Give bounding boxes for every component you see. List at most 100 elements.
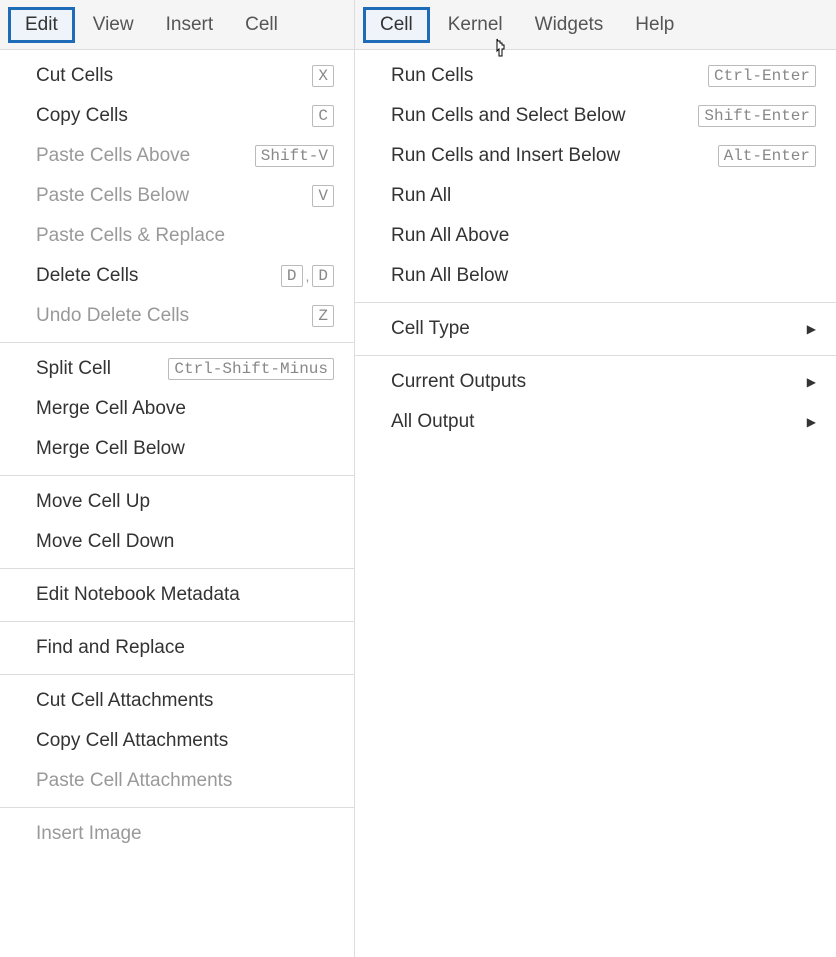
- menu-run-all-below[interactable]: Run All Below: [355, 256, 836, 296]
- menubar-edit[interactable]: Edit: [8, 7, 75, 43]
- menu-label: Copy Cells: [36, 105, 300, 127]
- key: Ctrl-Enter: [708, 65, 816, 87]
- menu-run-all-above[interactable]: Run All Above: [355, 216, 836, 256]
- menu-label: Paste Cells Above: [36, 145, 243, 167]
- edit-menu-panel: Edit View Insert Cell Cut Cells X Copy C…: [0, 0, 355, 957]
- menu-divider: [355, 302, 836, 303]
- menubar-right: Cell Kernel Widgets Help: [355, 0, 836, 50]
- cell-menu-panel: Cell Kernel Widgets Help Run Cells Ctrl-…: [355, 0, 836, 957]
- menu-all-output[interactable]: All Output ▶: [355, 402, 836, 442]
- menu-label: Paste Cell Attachments: [36, 770, 334, 792]
- key: Z: [312, 305, 334, 327]
- menu-run-cells[interactable]: Run Cells Ctrl-Enter: [355, 56, 836, 96]
- menu-label: Paste Cells & Replace: [36, 225, 334, 247]
- menu-run-cells-select-below[interactable]: Run Cells and Select Below Shift-Enter: [355, 96, 836, 136]
- menu-label: Merge Cell Above: [36, 398, 334, 420]
- menu-label: Move Cell Down: [36, 531, 334, 553]
- menu-label: Run All Above: [391, 225, 816, 247]
- menu-merge-cell-above[interactable]: Merge Cell Above: [0, 389, 354, 429]
- menu-run-all[interactable]: Run All: [355, 176, 836, 216]
- key: V: [312, 185, 334, 207]
- menu-divider: [0, 674, 354, 675]
- menu-label: Merge Cell Below: [36, 438, 334, 460]
- menu-split-cell[interactable]: Split Cell Ctrl-Shift-Minus: [0, 349, 354, 389]
- menubar-kernel[interactable]: Kernel: [434, 8, 517, 42]
- menu-label: Find and Replace: [36, 637, 334, 659]
- menu-cut-cells[interactable]: Cut Cells X: [0, 56, 354, 96]
- cell-dropdown: Run Cells Ctrl-Enter Run Cells and Selec…: [355, 50, 836, 448]
- chevron-right-icon: ▶: [807, 375, 816, 389]
- menu-current-outputs[interactable]: Current Outputs ▶: [355, 362, 836, 402]
- menu-label: Paste Cells Below: [36, 185, 300, 207]
- menu-label: All Output: [391, 411, 797, 433]
- shortcut: Ctrl-Enter: [708, 65, 816, 87]
- menu-run-cells-insert-below[interactable]: Run Cells and Insert Below Alt-Enter: [355, 136, 836, 176]
- key: Shift-V: [255, 145, 334, 167]
- menu-label: Run All: [391, 185, 816, 207]
- menu-divider: [0, 475, 354, 476]
- menu-merge-cell-below[interactable]: Merge Cell Below: [0, 429, 354, 469]
- menu-label: Delete Cells: [36, 265, 269, 287]
- key: Shift-Enter: [698, 105, 816, 127]
- menu-label: Current Outputs: [391, 371, 797, 393]
- menu-label: Cut Cells: [36, 65, 300, 87]
- menu-insert-image[interactable]: Insert Image: [0, 814, 354, 854]
- menu-label: Cut Cell Attachments: [36, 690, 334, 712]
- shortcut: Ctrl-Shift-Minus: [168, 358, 334, 380]
- menu-label: Undo Delete Cells: [36, 305, 300, 327]
- chevron-right-icon: ▶: [807, 415, 816, 429]
- menu-divider: [355, 355, 836, 356]
- menu-paste-cells-above[interactable]: Paste Cells Above Shift-V: [0, 136, 354, 176]
- shortcut: D , D: [281, 265, 334, 287]
- menubar-cell[interactable]: Cell: [231, 8, 292, 42]
- menu-edit-notebook-metadata[interactable]: Edit Notebook Metadata: [0, 575, 354, 615]
- shortcut: V: [312, 185, 334, 207]
- menu-cut-cell-attachments[interactable]: Cut Cell Attachments: [0, 681, 354, 721]
- menu-move-cell-down[interactable]: Move Cell Down: [0, 522, 354, 562]
- menu-paste-cells-below[interactable]: Paste Cells Below V: [0, 176, 354, 216]
- menu-label: Cell Type: [391, 318, 797, 340]
- menubar-insert[interactable]: Insert: [152, 8, 228, 42]
- menu-copy-cells[interactable]: Copy Cells C: [0, 96, 354, 136]
- edit-dropdown: Cut Cells X Copy Cells C Paste Cells Abo…: [0, 50, 354, 860]
- menu-label: Split Cell: [36, 358, 156, 380]
- key: Ctrl-Shift-Minus: [168, 358, 334, 380]
- menubar-cell[interactable]: Cell: [363, 7, 430, 43]
- menubar-widgets[interactable]: Widgets: [521, 8, 618, 42]
- menu-paste-cells-replace[interactable]: Paste Cells & Replace: [0, 216, 354, 256]
- menu-divider: [0, 568, 354, 569]
- menu-delete-cells[interactable]: Delete Cells D , D: [0, 256, 354, 296]
- menu-move-cell-up[interactable]: Move Cell Up: [0, 482, 354, 522]
- menu-label: Copy Cell Attachments: [36, 730, 334, 752]
- shortcut: Shift-V: [255, 145, 334, 167]
- menu-label: Run Cells and Insert Below: [391, 145, 706, 167]
- chevron-right-icon: ▶: [807, 322, 816, 336]
- menu-copy-cell-attachments[interactable]: Copy Cell Attachments: [0, 721, 354, 761]
- menu-divider: [0, 621, 354, 622]
- menu-label: Move Cell Up: [36, 491, 334, 513]
- key: C: [312, 105, 334, 127]
- menu-label: Run Cells and Select Below: [391, 105, 686, 127]
- shortcut: Shift-Enter: [698, 105, 816, 127]
- menu-divider: [0, 342, 354, 343]
- menubar-help[interactable]: Help: [621, 8, 688, 42]
- shortcut: X: [312, 65, 334, 87]
- menu-find-and-replace[interactable]: Find and Replace: [0, 628, 354, 668]
- menu-label: Run All Below: [391, 265, 816, 287]
- menubar-left: Edit View Insert Cell: [0, 0, 354, 50]
- shortcut: Alt-Enter: [718, 145, 816, 167]
- shortcut: C: [312, 105, 334, 127]
- menu-cell-type[interactable]: Cell Type ▶: [355, 309, 836, 349]
- key: X: [312, 65, 334, 87]
- key: D: [281, 265, 303, 287]
- menu-label: Insert Image: [36, 823, 334, 845]
- menu-divider: [0, 807, 354, 808]
- menu-label: Edit Notebook Metadata: [36, 584, 334, 606]
- key: Alt-Enter: [718, 145, 816, 167]
- shortcut: Z: [312, 305, 334, 327]
- menu-paste-cell-attachments[interactable]: Paste Cell Attachments: [0, 761, 354, 801]
- menu-undo-delete-cells[interactable]: Undo Delete Cells Z: [0, 296, 354, 336]
- key-separator: ,: [306, 268, 310, 284]
- menubar-view[interactable]: View: [79, 8, 148, 42]
- key: D: [312, 265, 334, 287]
